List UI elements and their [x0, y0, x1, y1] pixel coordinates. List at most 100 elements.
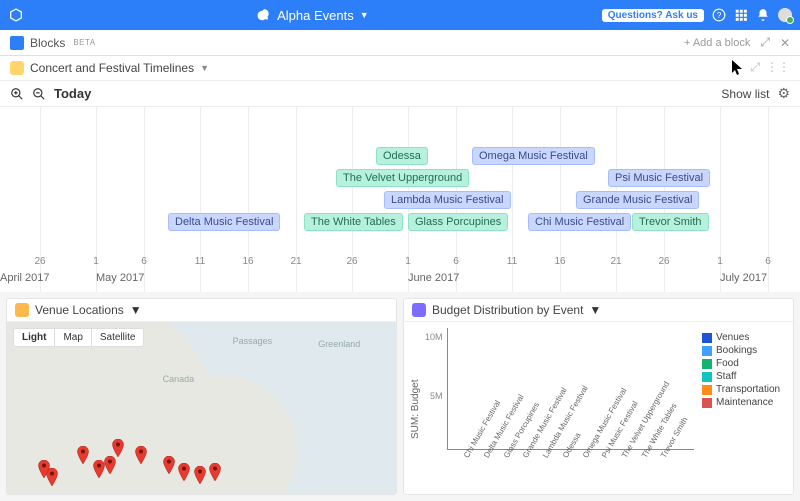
y-tick: 10M — [425, 332, 443, 342]
budget-distribution-panel: Budget Distribution by Event ▼ SUM: Budg… — [403, 298, 794, 495]
help-icon[interactable]: ? — [712, 8, 726, 22]
timeline-event[interactable]: Glass Porcupines — [408, 213, 508, 231]
timeline-day-tick: 21 — [610, 256, 621, 267]
timeline-month-label: July 2017 — [720, 272, 767, 284]
timeline-event[interactable]: Psi Music Festival — [608, 169, 710, 187]
map-pin[interactable] — [209, 463, 221, 475]
caret-down-icon[interactable]: ▼ — [589, 303, 601, 317]
map-pin[interactable] — [112, 439, 124, 451]
expand-icon[interactable]: ⤢ — [760, 35, 770, 50]
map-pin[interactable] — [194, 466, 206, 478]
timeline-month-label: June 2017 — [408, 272, 459, 284]
timeline-canvas[interactable]: Odessa Omega Music FestivalThe Velvet Upp… — [0, 107, 800, 292]
legend-item[interactable]: Bookings — [702, 345, 785, 356]
timeline-event[interactable]: Odessa — [376, 147, 428, 165]
expand-block-icon[interactable]: ⤢ — [750, 60, 760, 76]
timeline-controls: Today Show list ⚙ — [0, 81, 800, 107]
close-icon[interactable]: ✕ — [780, 36, 790, 50]
lower-panels: Venue Locations ▼ Canada Passages Greenl… — [0, 292, 800, 501]
svg-text:?: ? — [717, 11, 722, 20]
map-canvas[interactable]: Canada Passages Greenland Light Map Sate… — [7, 322, 396, 494]
timeline-event[interactable]: Omega Music Festival — [472, 147, 595, 165]
timeline-day-tick: 21 — [290, 256, 301, 267]
caret-down-icon[interactable]: ▼ — [200, 63, 209, 73]
timeline-day-tick: 11 — [195, 256, 205, 267]
timeline-day-tick: 26 — [658, 256, 669, 267]
today-button[interactable]: Today — [54, 86, 91, 101]
y-axis-label: SUM: Budget — [408, 328, 423, 490]
venue-block-title[interactable]: Venue Locations — [35, 303, 124, 317]
map-pin[interactable] — [135, 446, 147, 458]
beta-badge: BETA — [73, 38, 95, 47]
timeline-event[interactable]: Delta Music Festival — [168, 213, 280, 231]
map-pin[interactable] — [38, 460, 50, 472]
timeline-block-chip-icon — [10, 61, 24, 75]
user-avatar[interactable] — [778, 8, 792, 22]
blocks-logo-icon — [10, 36, 24, 50]
timeline-event[interactable]: The White Tables — [304, 213, 403, 231]
legend-item[interactable]: Maintenance — [702, 397, 785, 408]
cube-logo-icon — [8, 7, 24, 23]
timeline-event[interactable]: Chi Music Festival — [528, 213, 631, 231]
workspace-switcher[interactable]: Alpha Events ▼ — [24, 8, 602, 23]
topbar: Alpha Events ▼ Questions? Ask us ? — [0, 0, 800, 30]
cursor-icon — [732, 60, 744, 76]
timeline-day-tick: 6 — [141, 256, 147, 267]
timeline-day-tick: 1 — [717, 256, 723, 267]
zoom-out-icon[interactable] — [32, 87, 46, 101]
map-mode-map[interactable]: Map — [54, 329, 90, 346]
map-region-label: Passages — [233, 336, 273, 346]
timeline-event[interactable]: The Velvet Upperground — [336, 169, 469, 187]
map-pin[interactable] — [178, 463, 190, 475]
timeline-day-tick: 16 — [242, 256, 253, 267]
timeline-day-tick: 6 — [765, 256, 771, 267]
timeline-day-tick: 16 — [554, 256, 565, 267]
timeline-day-tick: 1 — [405, 256, 411, 267]
timeline-day-tick: 6 — [453, 256, 459, 267]
zoom-in-icon[interactable] — [10, 87, 24, 101]
timeline-event[interactable]: Trevor Smith — [632, 213, 709, 231]
map-pin[interactable] — [93, 460, 105, 472]
legend-item[interactable]: Venues — [702, 332, 785, 343]
apps-grid-icon[interactable] — [734, 8, 748, 22]
legend-item[interactable]: Staff — [702, 371, 785, 382]
subheader-title: Blocks — [30, 36, 65, 50]
map-pin[interactable] — [104, 456, 116, 468]
y-tick: 5M — [425, 391, 443, 401]
timeline-day-tick: 11 — [507, 256, 517, 267]
map-mode-light[interactable]: Light — [14, 329, 54, 346]
legend-item[interactable]: Transportation — [702, 384, 785, 395]
rocket-icon — [257, 8, 271, 22]
map-pin[interactable] — [77, 446, 89, 458]
drag-handle-icon[interactable]: ⋮⋮ — [766, 60, 790, 76]
notifications-icon[interactable] — [756, 8, 770, 22]
budget-chart: SUM: Budget 10M 5M Chi Music FestivalDel… — [404, 322, 793, 494]
app-logo[interactable] — [8, 7, 24, 23]
map-mode-satellite[interactable]: Satellite — [91, 329, 144, 346]
timeline-month-label: May 2017 — [96, 272, 144, 284]
budget-chip-icon — [412, 303, 426, 317]
ask-us-button[interactable]: Questions? Ask us — [602, 9, 704, 22]
timeline-event[interactable]: Lambda Music Festival — [384, 191, 511, 209]
timeline-month-label: April 2017 — [0, 272, 50, 284]
map-mode-segmented[interactable]: Light Map Satellite — [13, 328, 144, 347]
budget-block-title[interactable]: Budget Distribution by Event — [432, 303, 583, 317]
chart-legend: Venues Bookings Food Staff Transportation Mai… — [694, 328, 789, 490]
legend-item[interactable]: Food — [702, 358, 785, 369]
add-block-button[interactable]: + Add a block — [684, 37, 750, 49]
venue-locations-panel: Venue Locations ▼ Canada Passages Greenl… — [6, 298, 397, 495]
timeline-event[interactable]: Grande Music Festival — [576, 191, 699, 209]
subheader: Blocks BETA + Add a block ⤢ ✕ — [0, 30, 800, 56]
timeline-day-tick: 26 — [34, 256, 45, 267]
map-pin[interactable] — [163, 456, 175, 468]
venue-chip-icon — [15, 303, 29, 317]
timeline-day-tick: 1 — [93, 256, 99, 267]
timeline-block-title[interactable]: Concert and Festival Timelines — [30, 61, 194, 75]
map-country-label: Canada — [163, 374, 195, 384]
map-country-label: Greenland — [318, 339, 360, 349]
app-name: Alpha Events — [277, 8, 354, 23]
caret-down-icon[interactable]: ▼ — [130, 303, 142, 317]
gear-icon[interactable]: ⚙ — [777, 85, 790, 102]
show-list-button[interactable]: Show list — [721, 87, 769, 101]
timeline-block-header: Concert and Festival Timelines ▼ ⤢ ⋮⋮ — [0, 56, 800, 81]
